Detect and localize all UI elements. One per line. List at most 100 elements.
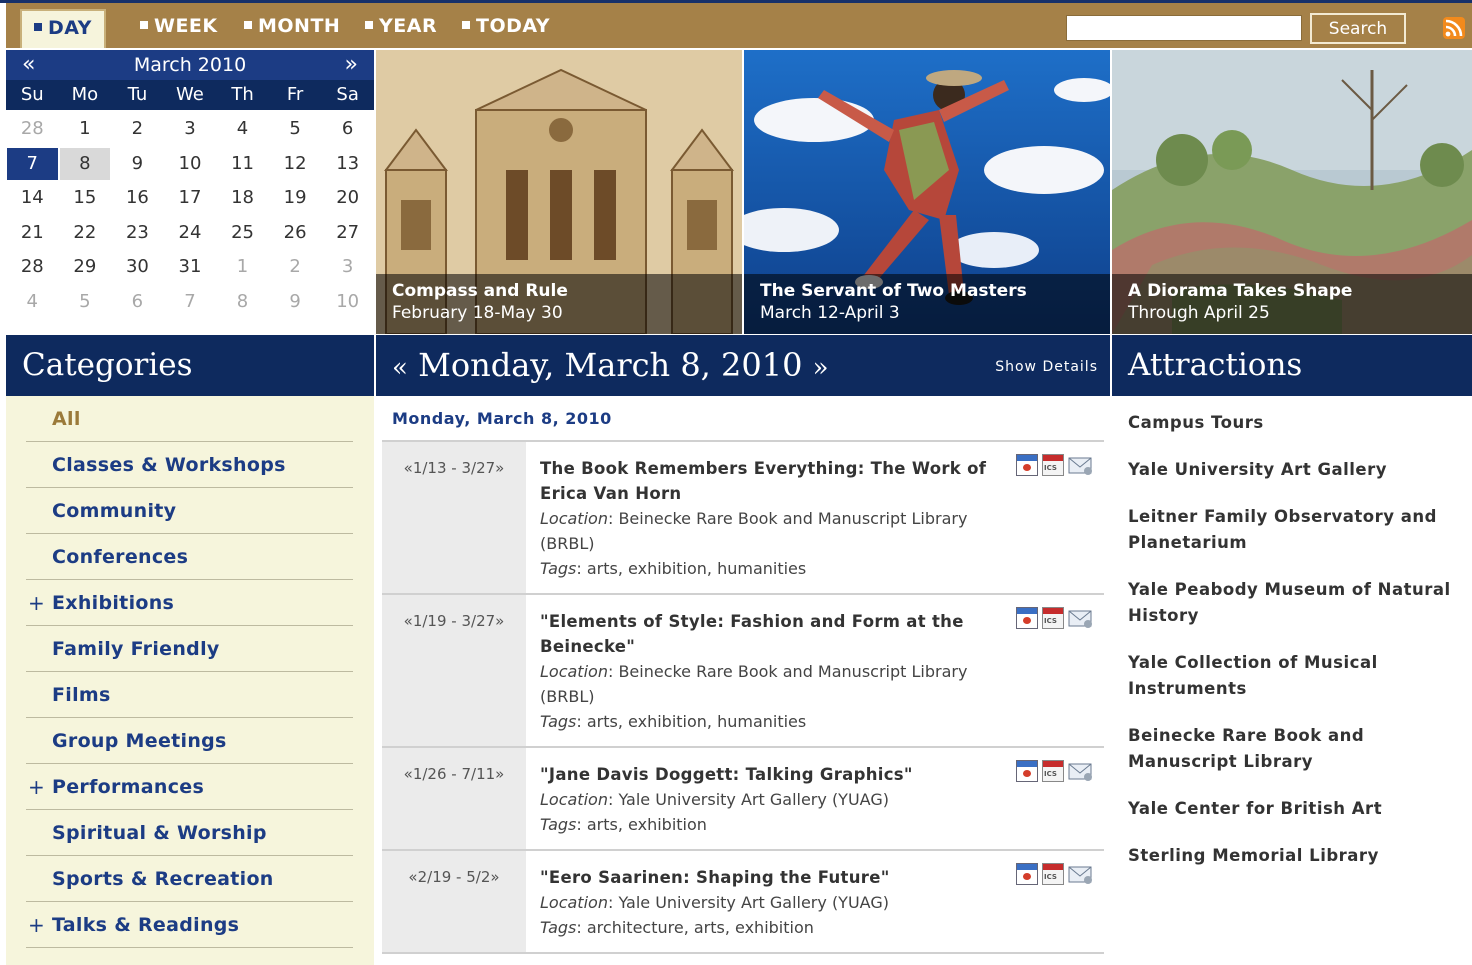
calendar-day[interactable]: 2 [111,112,164,147]
tab-day[interactable]: DAY [20,9,106,48]
calendar-day[interactable]: 19 [269,181,322,216]
email-icon[interactable] [1068,607,1094,629]
category-item[interactable]: Family Friendly [26,626,353,672]
attraction-link[interactable]: Leitner Family Observatory and Planetari… [1128,504,1464,556]
add-to-calendar-icon[interactable] [1016,760,1038,782]
calendar-day-today[interactable]: 8 [59,147,111,180]
attraction-link[interactable]: Campus Tours [1128,410,1464,436]
category-item[interactable]: Films [26,672,353,718]
prev-day-button[interactable]: « [392,353,408,383]
calendar-day[interactable]: 28 [6,250,59,285]
calendar-day[interactable]: 26 [269,216,322,251]
expand-icon[interactable]: + [28,902,45,948]
tab-month[interactable]: MONTH [244,9,340,48]
tab-year[interactable]: YEAR [365,9,437,48]
calendar-day[interactable]: 30 [111,250,164,285]
calendar-day[interactable]: 4 [6,285,59,320]
calendar-day[interactable]: 10 [321,285,374,320]
event-title-link[interactable]: The Book Remembers Everything: The Work … [540,456,988,506]
add-to-calendar-icon[interactable] [1016,454,1038,476]
feature-diorama-takes-shape[interactable]: A Diorama Takes Shape Through April 25 [1112,50,1472,334]
expand-icon[interactable]: + [28,580,45,626]
event-date-range[interactable]: «2/19 - 5/2» [382,851,526,952]
ics-download-icon[interactable]: ICS [1042,863,1064,885]
calendar-day[interactable]: 23 [111,216,164,251]
category-item[interactable]: Spiritual & Worship [26,810,353,856]
calendar-day[interactable]: 5 [59,285,112,320]
ics-download-icon[interactable]: ICS [1042,760,1064,782]
event-date-range[interactable]: «1/19 - 3/27» [382,595,526,746]
tab-week[interactable]: WEEK [140,9,218,48]
attraction-link[interactable]: Yale Peabody Museum of Natural History [1128,577,1464,629]
tab-today[interactable]: TODAY [462,9,550,48]
calendar-day[interactable]: 9 [269,285,322,320]
event-title-link[interactable]: "Eero Saarinen: Shaping the Future" [540,865,988,890]
calendar-day[interactable]: 10 [164,147,217,182]
rss-icon[interactable] [1443,17,1465,39]
calendar-day[interactable]: 7 [164,285,217,320]
calendar-day[interactable]: 20 [321,181,374,216]
calendar-day[interactable]: 8 [216,285,269,320]
calendar-day[interactable]: 5 [269,112,322,147]
calendar-day[interactable]: 15 [59,181,112,216]
calendar-day[interactable]: 31 [164,250,217,285]
attraction-link[interactable]: Yale Collection of Musical Instruments [1128,650,1464,702]
event-title-link[interactable]: "Elements of Style: Fashion and Form at … [540,609,988,659]
add-to-calendar-icon[interactable] [1016,607,1038,629]
category-item[interactable]: All [26,396,353,442]
expand-icon[interactable]: + [28,764,45,810]
attraction-link[interactable]: Sterling Memorial Library [1128,843,1464,869]
calendar-day[interactable]: 2 [269,250,322,285]
category-item[interactable]: + Talks & Readings [26,902,353,948]
calendar-day[interactable]: 14 [6,181,59,216]
add-to-calendar-icon[interactable] [1016,863,1038,885]
attraction-link[interactable]: Yale University Art Gallery [1128,457,1464,483]
event-title-link[interactable]: "Jane Davis Doggett: Talking Graphics" [540,762,988,787]
calendar-day[interactable]: 1 [216,250,269,285]
search-button[interactable]: Search [1310,13,1406,44]
calendar-day[interactable]: 6 [321,112,374,147]
event-date-range[interactable]: «1/26 - 7/11» [382,748,526,849]
calendar-day[interactable]: 17 [164,181,217,216]
category-item[interactable]: Sports & Recreation [26,856,353,902]
feature-compass-and-rule[interactable]: Compass and Rule February 18-May 30 [376,50,742,334]
ics-download-icon[interactable]: ICS [1042,607,1064,629]
calendar-day-selected[interactable]: 7 [7,147,58,180]
ics-download-icon[interactable]: ICS [1042,454,1064,476]
calendar-day[interactable]: 3 [164,112,217,147]
feature-servant-of-two-masters[interactable]: The Servant of Two Masters March 12-Apri… [744,50,1110,334]
category-item[interactable]: + Performances [26,764,353,810]
calendar-day[interactable]: 4 [216,112,269,147]
show-details-link[interactable]: Show Details [995,359,1098,375]
category-item[interactable]: Group Meetings [26,718,353,764]
next-month-button[interactable]: » [345,50,358,80]
calendar-day[interactable]: 25 [216,216,269,251]
attraction-link[interactable]: Beinecke Rare Book and Manuscript Librar… [1128,723,1464,775]
calendar-day[interactable]: 27 [321,216,374,251]
calendar-day[interactable]: 21 [6,216,59,251]
calendar-day[interactable]: 9 [111,147,164,182]
email-icon[interactable] [1068,863,1094,885]
calendar-day[interactable]: 16 [111,181,164,216]
calendar-day[interactable]: 12 [269,147,322,182]
category-item[interactable]: Classes & Workshops [26,442,353,488]
calendar-day[interactable]: 18 [216,181,269,216]
search-input[interactable] [1066,15,1302,41]
calendar-day[interactable]: 13 [321,147,374,182]
calendar-day[interactable]: 29 [59,250,112,285]
calendar-day[interactable]: 3 [321,250,374,285]
attraction-link[interactable]: Yale Center for British Art [1128,796,1464,822]
calendar-day[interactable]: 22 [59,216,112,251]
category-item[interactable]: + Exhibitions [26,580,353,626]
calendar-day[interactable]: 6 [111,285,164,320]
calendar-day[interactable]: 1 [59,112,112,147]
calendar-day[interactable]: 11 [216,147,269,182]
next-day-button[interactable]: » [813,353,829,383]
event-date-range[interactable]: «1/13 - 3/27» [382,442,526,593]
category-item[interactable]: Community [26,488,353,534]
calendar-day[interactable]: 28 [6,112,59,147]
email-icon[interactable] [1068,454,1094,476]
calendar-day[interactable]: 24 [164,216,217,251]
email-icon[interactable] [1068,760,1094,782]
category-item[interactable]: Conferences [26,534,353,580]
